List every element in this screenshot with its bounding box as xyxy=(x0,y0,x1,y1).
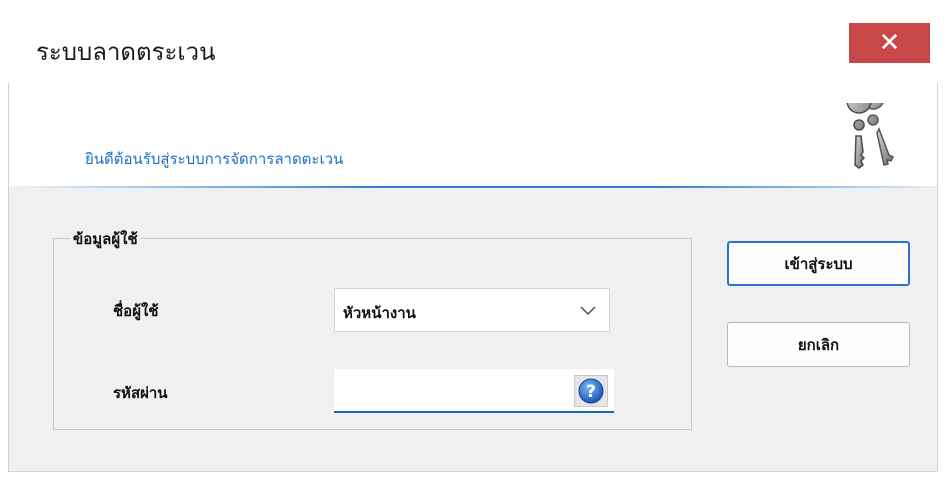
cancel-button[interactable]: ยกเลิก xyxy=(727,322,910,367)
chevron-down-icon xyxy=(580,306,596,315)
welcome-banner: ยินดีต้อนรับสู่ระบบการจัดการลาดตะเวน xyxy=(9,83,937,188)
keys-icon xyxy=(846,103,895,169)
username-label: ชื่อผู้ใช้ xyxy=(113,302,159,320)
username-value: หัวหน้างาน xyxy=(343,304,416,322)
password-input[interactable] xyxy=(334,369,572,409)
title-bar: ระบบลาดตระเวน ✕ xyxy=(8,10,938,83)
username-select[interactable]: หัวหน้างาน xyxy=(334,288,610,332)
login-button[interactable]: เข้าสู่ระบบ xyxy=(727,241,910,286)
window-title: ระบบลาดตระเวน xyxy=(36,38,216,66)
help-icon[interactable]: ? xyxy=(574,375,608,407)
dialog-body: ยินดีต้อนรับสู่ระบบการจัดการลาดตะเวน ข้อ… xyxy=(8,83,938,472)
welcome-text: ยินดีต้อนรับสู่ระบบการจัดการลาดตะเวน xyxy=(85,150,344,168)
password-label: รหัสผ่าน xyxy=(113,384,168,402)
group-label: ข้อมูลผู้ใช้ xyxy=(70,227,141,251)
login-dialog: ระบบลาดตระเวน ✕ ยินดีต้อนรับสู่ระบบการจั… xyxy=(8,10,938,472)
user-info-group: ข้อมูลผู้ใช้ ชื่อผู้ใช้ หัวหน้างาน รหัสผ… xyxy=(53,227,692,430)
password-field: ? xyxy=(334,369,614,413)
close-icon: ✕ xyxy=(878,28,901,58)
svg-text:?: ? xyxy=(586,382,596,402)
banner-divider xyxy=(9,186,937,188)
close-button[interactable]: ✕ xyxy=(849,23,930,63)
